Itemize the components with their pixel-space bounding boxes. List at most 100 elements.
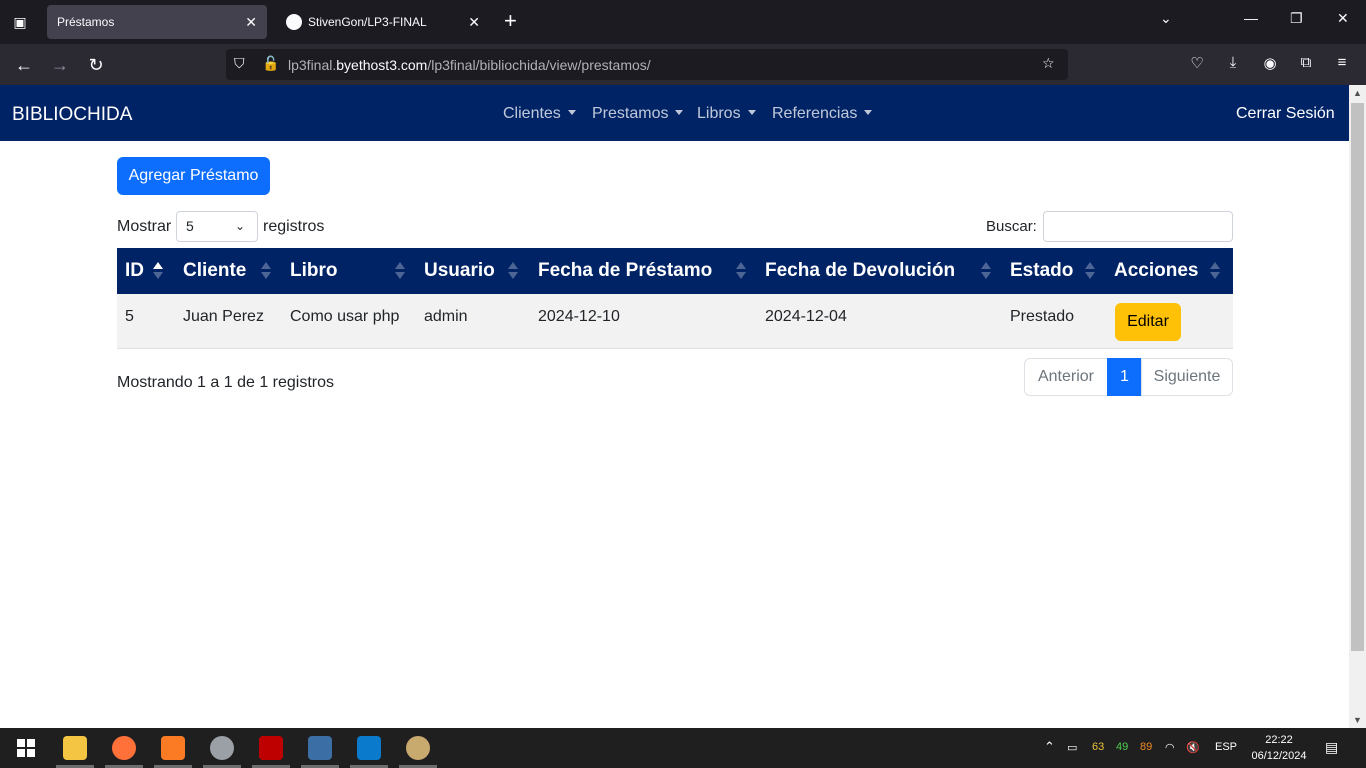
edit-button[interactable]: Editar — [1115, 303, 1181, 341]
windows-taskbar: ⌃ ▭ 63 49 89 ◠ 🔇 ESP 22:22 06/12/2024 ▤ — [0, 728, 1366, 768]
col-fecha-prestamo[interactable]: Fecha de Préstamo — [538, 260, 712, 282]
insecure-lock-icon[interactable]: 🔓 — [262, 55, 279, 72]
clock-date: 06/12/2024 — [1251, 750, 1307, 762]
scroll-thumb[interactable] — [1351, 103, 1364, 651]
add-loan-button[interactable]: Agregar Préstamo — [117, 157, 270, 195]
sort-icon[interactable] — [395, 262, 405, 280]
scroll-up-icon[interactable]: ▲ — [1349, 85, 1366, 101]
xampp-icon[interactable] — [161, 736, 185, 760]
tray-number-1[interactable]: 63 — [1092, 741, 1104, 753]
language-indicator[interactable]: ESP — [1215, 741, 1237, 753]
chevron-down-icon[interactable]: ⌄ — [1160, 10, 1172, 27]
cell-id: 5 — [125, 308, 134, 325]
file-explorer-icon[interactable] — [63, 736, 87, 760]
github-icon — [286, 13, 302, 30]
brand-logo[interactable]: BIBLIOCHIDA — [12, 104, 132, 126]
next-page-button[interactable]: Siguiente — [1141, 358, 1233, 396]
url-bar[interactable]: ⛉ 🔓 lp3final.byethost3.com/lp3final/bibl… — [226, 49, 1068, 80]
firefox-icon[interactable] — [112, 736, 136, 760]
url-path: /lp3final/bibliochida/view/prestamos/ — [427, 57, 651, 73]
paint-icon[interactable] — [406, 736, 430, 760]
pocket-icon[interactable]: ♡ — [1187, 54, 1207, 72]
search-label: Buscar: — [986, 218, 1037, 235]
browser-tab-bar: ▣ Préstamos ✕ StivenGon/LP3-FINAL ✕ + ⌄ … — [0, 0, 1366, 44]
col-usuario[interactable]: Usuario — [424, 260, 495, 282]
cell-cliente: Juan Perez — [183, 308, 264, 325]
close-tab-icon[interactable]: ✕ — [245, 5, 257, 39]
chevron-down-icon: ⌄ — [234, 219, 245, 233]
battery-icon[interactable]: ▭ — [1067, 741, 1077, 754]
filezilla-icon[interactable] — [259, 736, 283, 760]
windows-start-icon[interactable] — [14, 736, 38, 760]
bookmark-star-icon[interactable]: ☆ — [1042, 55, 1055, 72]
sort-icon[interactable] — [736, 262, 746, 280]
tab-title: Préstamos — [57, 15, 115, 29]
logout-link[interactable]: Cerrar Sesión — [1236, 105, 1335, 123]
records-label: registros — [263, 218, 325, 235]
tab-title: StivenGon/LP3-FINAL — [308, 15, 427, 29]
col-fecha-devolucion[interactable]: Fecha de Devolución — [765, 260, 955, 282]
page-size-select[interactable]: 5 ⌄ — [176, 211, 258, 242]
extensions-icon[interactable]: ⧉ — [1296, 54, 1316, 71]
tab-github[interactable]: StivenGon/LP3-FINAL ✕ — [276, 5, 490, 39]
browser-nav-bar: ← → ↻ ⛉ 🔓 lp3final.byethost3.com/lp3fina… — [0, 44, 1366, 85]
col-acciones[interactable]: Acciones — [1114, 260, 1198, 282]
notification-icon[interactable]: ▤ — [1325, 739, 1338, 756]
tray-number-2[interactable]: 49 — [1116, 741, 1128, 753]
tab-list-icon[interactable]: ▣ — [8, 10, 32, 34]
table-header: ID Cliente Libro Usuario Fecha de Présta… — [117, 248, 1233, 294]
cell-fecha-prestamo: 2024-12-10 — [538, 308, 620, 325]
page-viewport: BIBLIOCHIDA Clientes Prestamos Libros Re… — [0, 85, 1349, 728]
menu-prestamos[interactable]: Prestamos — [592, 105, 683, 123]
download-icon[interactable]: ⤓ — [1223, 54, 1243, 71]
menu-libros[interactable]: Libros — [697, 105, 756, 123]
vertical-scrollbar[interactable]: ▲ ▼ — [1349, 85, 1366, 728]
reload-icon[interactable]: ↻ — [83, 52, 109, 78]
close-window-icon[interactable]: ✕ — [1337, 10, 1349, 27]
sort-icon[interactable] — [1210, 262, 1220, 280]
mysql-workbench-icon[interactable] — [308, 736, 332, 760]
new-tab-icon[interactable]: + — [504, 8, 517, 34]
menu-referencias[interactable]: Referencias — [772, 105, 872, 123]
search-input[interactable] — [1043, 211, 1233, 242]
settings-gear-icon[interactable] — [210, 736, 234, 760]
cell-libro: Como usar php — [290, 308, 400, 325]
tray-number-3[interactable]: 89 — [1140, 741, 1152, 753]
app-navbar: BIBLIOCHIDA Clientes Prestamos Libros Re… — [0, 85, 1349, 141]
restore-icon[interactable]: ❐ — [1290, 10, 1303, 27]
cell-estado: Prestado — [1010, 308, 1075, 325]
volume-muted-icon[interactable]: 🔇 — [1186, 741, 1200, 754]
url-text[interactable]: lp3final.byethost3.com/lp3final/biblioch… — [288, 57, 651, 73]
table-info: Mostrando 1 a 1 de 1 registros — [117, 374, 335, 391]
col-cliente[interactable]: Cliente — [183, 260, 246, 282]
sort-icon[interactable] — [508, 262, 518, 280]
shield-icon[interactable]: ⛉ — [234, 55, 245, 72]
chevron-up-icon[interactable]: ⌃ — [1044, 739, 1055, 755]
wifi-icon[interactable]: ◠ — [1165, 741, 1175, 754]
minimize-icon[interactable]: — — [1244, 10, 1258, 26]
sort-icon[interactable] — [1085, 262, 1095, 280]
table-row: 5 Juan Perez Como usar php admin 2024-12… — [117, 294, 1233, 349]
scroll-down-icon[interactable]: ▼ — [1349, 712, 1366, 728]
vscode-icon[interactable] — [357, 736, 381, 760]
col-estado[interactable]: Estado — [1010, 260, 1073, 282]
forward-icon[interactable]: → — [47, 52, 73, 78]
account-icon[interactable]: ◉ — [1260, 54, 1280, 72]
menu-icon[interactable]: ≡ — [1332, 54, 1352, 71]
tab-prestamos[interactable]: Préstamos ✕ — [47, 5, 267, 39]
clock[interactable]: 22:22 06/12/2024 — [1248, 732, 1310, 764]
sort-asc-icon[interactable] — [153, 262, 163, 280]
show-label: Mostrar — [117, 218, 172, 235]
prev-page-button[interactable]: Anterior — [1024, 358, 1108, 396]
menu-clientes[interactable]: Clientes — [503, 105, 576, 123]
cell-fecha-devolucion: 2024-12-04 — [765, 308, 847, 325]
sort-icon[interactable] — [261, 262, 271, 280]
sort-icon[interactable] — [981, 262, 991, 280]
col-id[interactable]: ID — [125, 260, 144, 282]
page-button-1[interactable]: 1 — [1107, 358, 1142, 396]
page-size-value: 5 — [186, 218, 194, 234]
url-domain: byethost3.com — [336, 57, 428, 73]
close-tab-icon[interactable]: ✕ — [468, 5, 480, 39]
col-libro[interactable]: Libro — [290, 260, 338, 282]
back-icon[interactable]: ← — [11, 52, 37, 78]
